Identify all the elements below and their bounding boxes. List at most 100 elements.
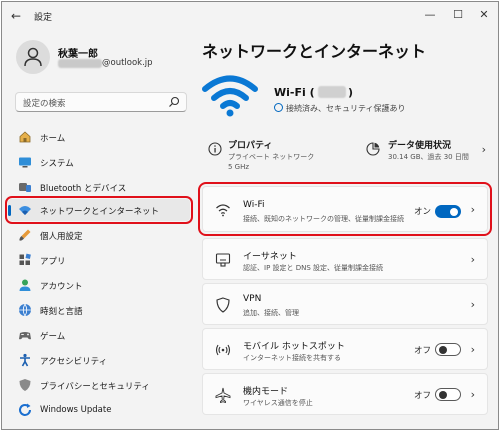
sidebar-item-label: アプリ bbox=[40, 257, 66, 267]
chevron-right-icon: › bbox=[470, 298, 475, 311]
sidebar-item-label: ホーム bbox=[40, 134, 66, 144]
chevron-right-icon: › bbox=[470, 388, 475, 401]
system-icon bbox=[19, 157, 31, 168]
properties-band: 5 GHz bbox=[228, 163, 250, 171]
brush-icon bbox=[19, 229, 31, 241]
account-icon bbox=[19, 279, 31, 291]
back-arrow-icon[interactable]: ← bbox=[8, 8, 24, 24]
hotspot-icon bbox=[215, 344, 231, 356]
wifi-card-subtitle: 接続、既知のネットワークの管理、従量制課金接続 bbox=[243, 215, 404, 223]
airplane-card-subtitle: ワイヤレス通信を停止 bbox=[243, 399, 313, 407]
mobile-hotspot-card[interactable]: モバイル ホットスポット インターネット接続を共有する オフ › bbox=[202, 328, 488, 370]
sidebar-item-label: アカウント bbox=[40, 282, 83, 292]
email-redacted bbox=[58, 59, 102, 68]
shield-icon bbox=[19, 379, 31, 391]
chevron-right-icon: › bbox=[470, 253, 475, 266]
globe-icon bbox=[274, 103, 283, 112]
network-icon bbox=[19, 206, 31, 215]
user-email-domain: @outlook.jp bbox=[102, 58, 153, 68]
settings-window: ← 設定 — ☐ ✕ 秋葉一郎 @outlook.jp 設定の検索 ホーム シス… bbox=[1, 1, 499, 430]
airplane-card-title: 機内モード bbox=[243, 387, 289, 397]
sidebar-item-gaming[interactable]: ゲーム bbox=[8, 324, 190, 346]
title-bar: ← 設定 — ☐ ✕ bbox=[2, 2, 498, 30]
vpn-card-subtitle: 追加、接続、管理 bbox=[243, 309, 299, 317]
sidebar-item-label: ゲーム bbox=[40, 332, 66, 342]
data-usage-title: データ使用状況 bbox=[388, 141, 452, 151]
connection-status-text: 接続済み、セキュリティ保護あり bbox=[286, 104, 406, 113]
maximize-button[interactable]: ☐ bbox=[448, 6, 468, 24]
toggle-knob bbox=[439, 390, 447, 399]
person-icon bbox=[24, 47, 42, 67]
vpn-card-title: VPN bbox=[243, 294, 262, 304]
vpn-shield-icon bbox=[216, 297, 230, 313]
bluetooth-icon bbox=[19, 183, 31, 192]
sidebar-item-label: Bluetooth とデバイス bbox=[40, 184, 127, 194]
airplane-icon bbox=[215, 387, 231, 403]
close-button[interactable]: ✕ bbox=[474, 6, 494, 24]
sidebar-item-bluetooth[interactable]: Bluetooth とデバイス bbox=[8, 176, 190, 198]
data-usage-link[interactable]: データ使用状況 30.14 GB、過去 30 日間 › bbox=[364, 132, 488, 172]
chevron-right-icon: › bbox=[470, 343, 475, 356]
wifi-icon bbox=[202, 75, 258, 117]
wifi-name-suffix: ) bbox=[348, 86, 354, 99]
sidebar-item-windows-update[interactable]: Windows Update bbox=[8, 399, 190, 421]
sidebar-item-network[interactable]: ネットワークとインターネット bbox=[5, 196, 193, 224]
wifi-state-label: オン bbox=[413, 207, 431, 217]
hotspot-state-label: オフ bbox=[413, 346, 431, 356]
wifi-card-title: Wi-Fi bbox=[243, 200, 265, 210]
wifi-icon bbox=[216, 204, 230, 217]
app-title: 設定 bbox=[34, 13, 53, 23]
sidebar-item-accessibility[interactable]: アクセシビリティ bbox=[8, 349, 190, 371]
sidebar-item-label: プライバシーとセキュリティ bbox=[40, 382, 150, 392]
sidebar-item-personalization[interactable]: 個人用設定 bbox=[8, 224, 190, 246]
search-input[interactable]: 設定の検索 bbox=[15, 92, 187, 112]
chevron-right-icon: › bbox=[481, 143, 486, 156]
vpn-card[interactable]: VPN 追加、接続、管理 › bbox=[202, 283, 488, 325]
ethernet-icon bbox=[215, 253, 231, 267]
sidebar-item-apps[interactable]: アプリ bbox=[8, 249, 190, 271]
search-icon bbox=[169, 96, 180, 107]
home-icon bbox=[19, 131, 31, 143]
avatar[interactable] bbox=[16, 40, 50, 74]
ethernet-card[interactable]: イーサネット 認証、IP 設定と DNS 設定、従量制課金接続 › bbox=[202, 238, 488, 280]
sidebar-item-home[interactable]: ホーム bbox=[8, 126, 190, 148]
airplane-toggle[interactable] bbox=[435, 388, 461, 401]
toggle-knob bbox=[439, 345, 447, 354]
sidebar-item-system[interactable]: システム bbox=[8, 151, 190, 173]
hotspot-card-subtitle: インターネット接続を共有する bbox=[243, 354, 341, 362]
sidebar-item-privacy[interactable]: プライバシーとセキュリティ bbox=[8, 374, 190, 396]
properties-title: プロパティ bbox=[228, 141, 273, 151]
connection-status: 接続済み、セキュリティ保護あり bbox=[274, 103, 406, 114]
sidebar-item-accounts[interactable]: アカウント bbox=[8, 274, 190, 296]
minimize-button[interactable]: — bbox=[420, 6, 440, 24]
update-icon bbox=[19, 403, 31, 416]
info-icon bbox=[208, 142, 222, 156]
accessibility-icon bbox=[20, 353, 30, 367]
ethernet-card-title: イーサネット bbox=[243, 252, 297, 262]
sidebar-item-label: Windows Update bbox=[40, 405, 112, 415]
page-title: ネットワークとインターネット bbox=[202, 42, 427, 61]
data-usage-detail: 30.14 GB、過去 30 日間 bbox=[388, 153, 469, 161]
airplane-state-label: オフ bbox=[413, 391, 431, 401]
sidebar-item-label: 個人用設定 bbox=[40, 232, 83, 242]
wifi-card[interactable]: Wi-Fi 接続、既知のネットワークの管理、従量制課金接続 オン › bbox=[198, 182, 492, 236]
properties-link[interactable]: プロパティ プライベート ネットワーク 5 GHz bbox=[202, 132, 352, 172]
hotspot-toggle[interactable] bbox=[435, 343, 461, 356]
sidebar-item-label: 時刻と言語 bbox=[40, 307, 83, 317]
sidebar-item-time-language[interactable]: 時刻と言語 bbox=[8, 299, 190, 321]
user-name: 秋葉一郎 bbox=[58, 49, 98, 60]
sidebar-item-label: アクセシビリティ bbox=[40, 357, 108, 367]
properties-network-type: プライベート ネットワーク bbox=[228, 153, 315, 161]
toggle-knob bbox=[450, 207, 458, 216]
hotspot-card-title: モバイル ホットスポット bbox=[243, 342, 345, 352]
search-placeholder: 設定の検索 bbox=[23, 99, 66, 109]
airplane-mode-card[interactable]: 機内モード ワイヤレス通信を停止 オフ › bbox=[202, 373, 488, 415]
sidebar-item-label: ネットワークとインターネット bbox=[40, 207, 160, 217]
time-language-icon bbox=[19, 303, 31, 317]
data-usage-icon bbox=[366, 142, 380, 156]
chevron-right-icon: › bbox=[470, 203, 475, 216]
gaming-icon bbox=[19, 332, 31, 340]
apps-icon bbox=[19, 253, 31, 265]
ssid-redacted bbox=[318, 86, 346, 98]
wifi-toggle[interactable] bbox=[435, 205, 461, 218]
